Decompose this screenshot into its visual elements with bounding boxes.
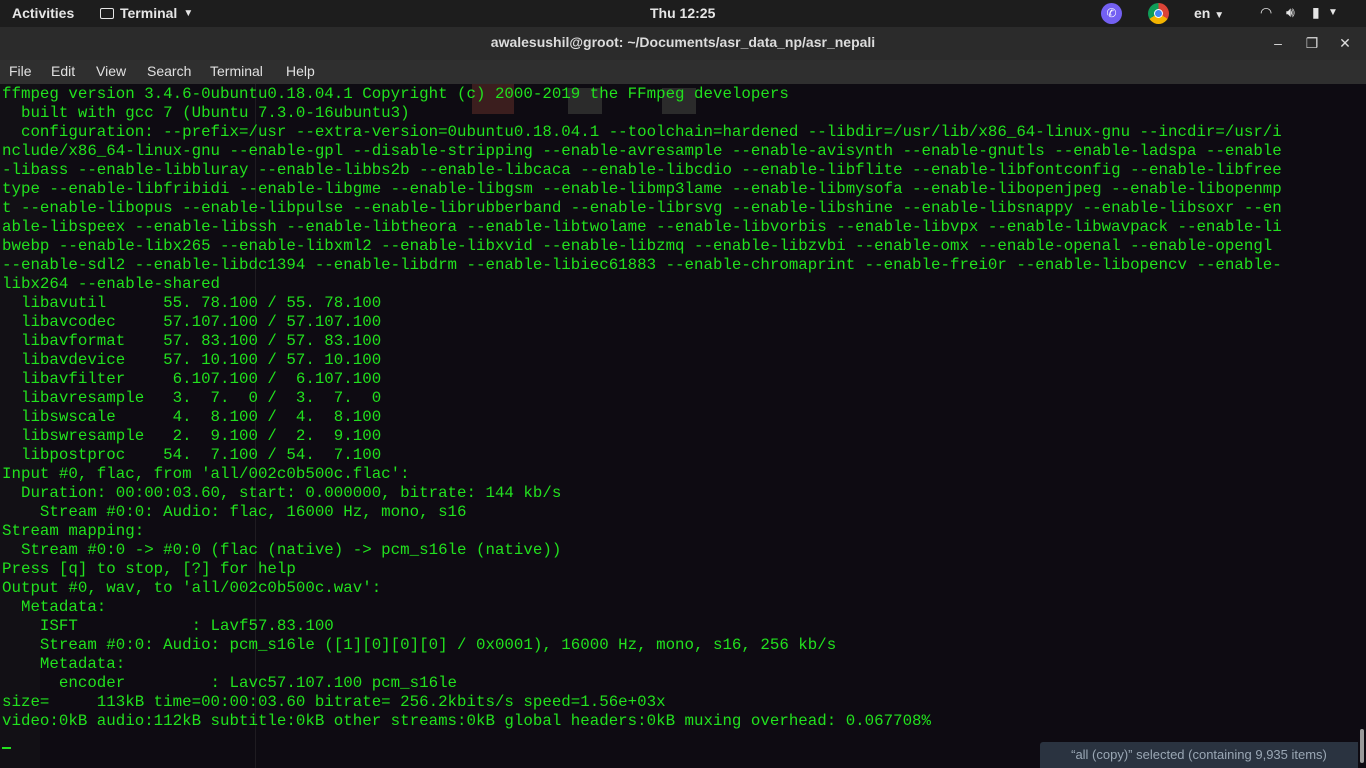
close-icon[interactable]: ✕	[1335, 33, 1355, 53]
menu-edit[interactable]: Edit	[51, 63, 75, 79]
terminal-line: libavutil 55. 78.100 / 55. 78.100	[2, 294, 382, 312]
terminal-line: libpostproc 54. 7.100 / 54. 7.100	[2, 446, 382, 464]
terminal-line: Duration: 00:00:03.60, start: 0.000000, …	[2, 484, 562, 502]
terminal-cursor	[2, 747, 11, 749]
viber-icon[interactable]: ✆	[1101, 3, 1122, 24]
maximize-icon[interactable]: ❐	[1302, 33, 1322, 53]
terminal-line: -libass --enable-libbluray --enable-libb…	[2, 161, 1282, 179]
terminal-text: ffmpeg version 3.4.6-0ubuntu0.18.04.1 Co…	[2, 85, 1282, 731]
terminal-line: bwebp --enable-libx265 --enable-libxml2 …	[2, 237, 1273, 255]
volume-icon[interactable]: 🔊︎	[1286, 4, 1295, 21]
top-bar: Activities Terminal ▼ Thu 12:25 ✆ en ▼ ◠…	[0, 0, 1366, 27]
terminal-line: Metadata:	[2, 655, 126, 673]
file-manager-status-overlay: “all (copy)” selected (containing 9,935 …	[1040, 742, 1358, 768]
terminal-line: Output #0, wav, to 'all/002c0b500c.wav':	[2, 579, 382, 597]
terminal-line: ffmpeg version 3.4.6-0ubuntu0.18.04.1 Co…	[2, 85, 789, 103]
clock[interactable]: Thu 12:25	[650, 5, 715, 21]
terminal-line: libswresample 2. 9.100 / 2. 9.100	[2, 427, 382, 445]
terminal-line: ISFT : Lavf57.83.100	[2, 617, 334, 635]
menu-terminal[interactable]: Terminal	[210, 63, 263, 79]
terminal-line: libx264 --enable-shared	[2, 275, 221, 293]
menu-bar: File Edit View Search Terminal Help	[0, 60, 1366, 84]
terminal-line: Press [q] to stop, [?] for help	[2, 560, 296, 578]
language-label: en	[1194, 5, 1211, 21]
terminal-line: size= 113kB time=00:00:03.60 bitrate= 25…	[2, 693, 666, 711]
terminal-line: --enable-sdl2 --enable-libdc1394 --enabl…	[2, 256, 1282, 274]
chevron-down-icon: ▼	[183, 7, 194, 19]
terminal-line: t --enable-libopus --enable-libpulse --e…	[2, 199, 1282, 217]
activities-button[interactable]: Activities	[12, 5, 74, 21]
terminal-line: Stream #0:0 -> #0:0 (flac (native) -> pc…	[2, 541, 562, 559]
terminal-line: Stream #0:0: Audio: flac, 16000 Hz, mono…	[2, 503, 467, 521]
window-title: awalesushil@groot: ~/Documents/asr_data_…	[490, 34, 876, 50]
window-titlebar[interactable]: awalesushil@groot: ~/Documents/asr_data_…	[0, 27, 1366, 60]
scrollbar[interactable]	[1360, 729, 1364, 763]
app-menu-label: Terminal	[120, 5, 178, 21]
menu-search[interactable]: Search	[147, 63, 191, 79]
terminal-line: configuration: --prefix=/usr --extra-ver…	[2, 123, 1282, 141]
battery-icon[interactable]: ▮	[1312, 4, 1320, 21]
terminal-line: type --enable-libfribidi --enable-libgme…	[2, 180, 1282, 198]
terminal-line: libswscale 4. 8.100 / 4. 8.100	[2, 408, 382, 426]
terminal-line: able-libspeex --enable-libssh --enable-l…	[2, 218, 1282, 236]
chevron-down-icon: ▼	[1214, 10, 1225, 21]
chevron-down-icon[interactable]: ▼	[1328, 7, 1338, 18]
terminal-line: Stream #0:0: Audio: pcm_s16le ([1][0][0]…	[2, 636, 837, 654]
menu-view[interactable]: View	[96, 63, 126, 79]
chrome-icon[interactable]	[1148, 3, 1169, 24]
wifi-icon[interactable]: ◠	[1260, 4, 1272, 21]
terminal-line: libavdevice 57. 10.100 / 57. 10.100	[2, 351, 382, 369]
minimize-icon[interactable]: –	[1268, 33, 1288, 53]
terminal-line: encoder : Lavc57.107.100 pcm_s16le	[2, 674, 458, 692]
language-indicator[interactable]: en ▼	[1194, 5, 1224, 21]
menu-file[interactable]: File	[9, 63, 32, 79]
terminal-icon	[100, 7, 114, 19]
terminal-line: libavresample 3. 7. 0 / 3. 7. 0	[2, 389, 382, 407]
terminal-line: Input #0, flac, from 'all/002c0b500c.fla…	[2, 465, 410, 483]
terminal-line: libavformat 57. 83.100 / 57. 83.100	[2, 332, 382, 350]
app-menu-button[interactable]: Terminal ▼	[100, 5, 193, 21]
terminal-line: nclude/x86_64-linux-gnu --enable-gpl --d…	[2, 142, 1282, 160]
terminal-output[interactable]: ffmpeg version 3.4.6-0ubuntu0.18.04.1 Co…	[0, 84, 1366, 768]
terminal-line: Stream mapping:	[2, 522, 145, 540]
menu-help[interactable]: Help	[286, 63, 315, 79]
terminal-line: libavcodec 57.107.100 / 57.107.100	[2, 313, 382, 331]
terminal-line: libavfilter 6.107.100 / 6.107.100	[2, 370, 382, 388]
terminal-line: built with gcc 7 (Ubuntu 7.3.0-16ubuntu3…	[2, 104, 410, 122]
terminal-line: Metadata:	[2, 598, 107, 616]
terminal-line: video:0kB audio:112kB subtitle:0kB other…	[2, 712, 932, 730]
